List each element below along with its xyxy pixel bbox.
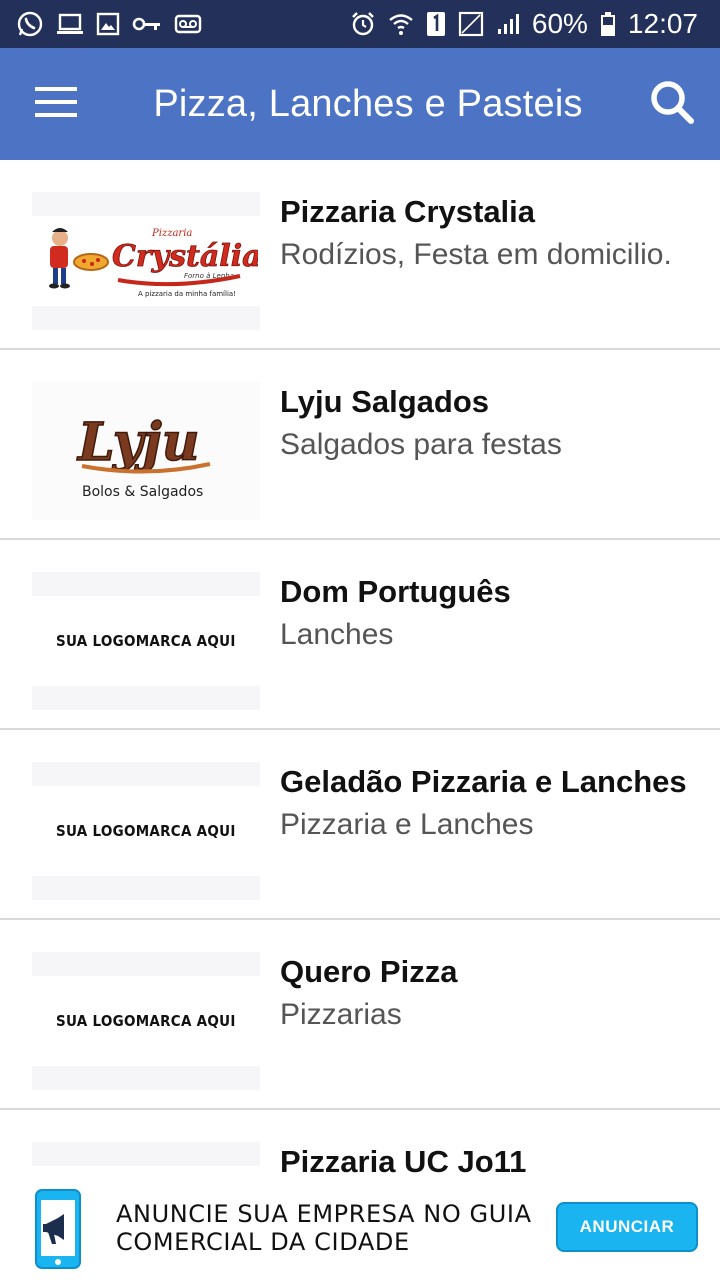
business-name: Quero Pizza [280,954,458,989]
svg-text:Bolos & Salgados: Bolos & Salgados [82,484,203,500]
business-logo: SUA LOGOMARCA AQUI [32,762,260,900]
logo-placeholder-text: SUA LOGOMARCA AQUI [56,632,236,650]
business-logo: Pizzaria Crystália Forno à Lenha A pizza… [32,192,260,330]
page-title: Pizza, Lanches e Pasteis [153,82,583,125]
battery-percentage: 60% [531,8,588,39]
svg-text:Crystália: Crystália [112,239,258,274]
svg-text:Lyju: Lyju [76,412,200,473]
banner-text: ANUNCIE SUA EMPRESA NO GUIA COMERCIAL DA… [116,1200,532,1256]
whatsapp-icon [16,10,44,38]
image-icon [96,10,120,38]
status-bar: 60% 12:07 [0,0,720,48]
sim-1-icon [426,10,446,38]
list-item-pizzaria-uc-jo11[interactable]: SUA LOGOMARCA AQUI Pizzaria UC Jo11 [0,1110,720,1180]
logo-placeholder-text: SUA LOGOMARCA AQUI [56,1012,236,1030]
business-name: Pizzaria UC Jo11 [280,1144,527,1179]
voicemail-icon [174,10,202,38]
key-icon [132,10,162,38]
business-name: Lyju Salgados [280,384,490,419]
advertise-banner[interactable]: ANUNCIE SUA EMPRESA NO GUIA COMERCIAL DA… [0,1180,720,1280]
search-icon [649,79,695,130]
wifi-icon [388,10,414,38]
list-item-geladao-pizzaria[interactable]: SUA LOGOMARCA AQUI Geladão Pizzaria e La… [0,730,720,920]
business-list: Pizzaria Crystália Forno à Lenha A pizza… [0,160,720,1180]
crystalia-logo: Pizzaria Crystália Forno à Lenha A pizza… [49,228,258,298]
status-time: 12:07 [627,8,698,39]
status-bar-notifications [16,10,202,38]
svg-text:Pizzaria: Pizzaria [151,228,192,239]
advertise-button[interactable]: ANUNCIAR [556,1202,698,1252]
hamburger-menu-icon [35,86,77,123]
business-description: Lanches [280,618,394,651]
business-description: Rodízios, Festa em domicilio. [280,238,672,271]
logo-placeholder-text: SUA LOGOMARCA AQUI [56,822,236,840]
business-description: Salgados para festas [280,428,562,461]
business-description: Pizzarias [280,998,402,1031]
list-item-pizzaria-crystalia[interactable]: Pizzaria Crystália Forno à Lenha A pizza… [0,160,720,350]
list-item-lyju-salgados[interactable]: Lyju Bolos & Salgados Lyju Salgados Salg… [0,350,720,540]
status-bar-system: 60% 12:07 [350,8,698,40]
no-signal-icon [458,10,484,38]
battery-icon [600,10,616,38]
signal-icon [496,10,520,38]
lyju-logo: Lyju Bolos & Salgados [75,411,211,500]
phone-megaphone-icon [34,1188,82,1275]
alarm-icon [350,10,376,38]
business-name: Pizzaria Crystalia [280,194,536,229]
menu-button[interactable] [0,48,112,160]
business-logo: SUA LOGOMARCA AQUI [32,952,260,1090]
business-name: Geladão Pizzaria e Lanches [280,764,687,799]
list-item-dom-portugues[interactable]: SUA LOGOMARCA AQUI Dom Português Lanches [0,540,720,730]
laptop-icon [56,10,84,38]
app-bar: Pizza, Lanches e Pasteis [0,48,720,160]
business-name: Dom Português [280,574,511,609]
business-logo: Lyju Bolos & Salgados [32,382,260,520]
svg-text:A pizzaria da minha família!: A pizzaria da minha família! [138,290,236,298]
business-description: Pizzaria e Lanches [280,808,534,841]
business-logo: SUA LOGOMARCA AQUI [32,572,260,710]
business-logo: SUA LOGOMARCA AQUI [32,1142,260,1180]
search-button[interactable] [624,48,720,160]
list-item-quero-pizza[interactable]: SUA LOGOMARCA AQUI Quero Pizza Pizzarias [0,920,720,1110]
